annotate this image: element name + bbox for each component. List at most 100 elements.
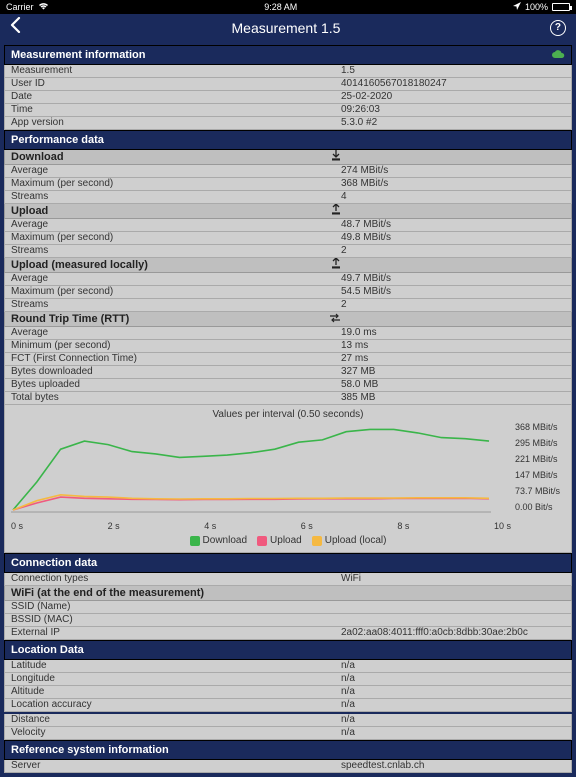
row-value: n/a (335, 727, 571, 739)
row-value: 385 MB (335, 392, 571, 404)
row-label: External IP (5, 627, 335, 639)
row-label: BSSID (MAC) (5, 614, 335, 626)
help-button[interactable]: ? (550, 20, 566, 36)
carrier-label: Carrier (6, 2, 34, 12)
battery-pct: 100% (525, 2, 548, 12)
row-label: SSID (Name) (5, 601, 335, 613)
data-row: Average274 MBit/s (4, 165, 572, 178)
y-tick: 73.7 MBit/s (515, 486, 565, 496)
legend-label: Download (203, 535, 247, 546)
x-tick: 2 s (108, 521, 120, 531)
section-location: Location Data (4, 640, 572, 660)
group-title: Upload (measured locally) (11, 259, 148, 271)
row-value: 4014160567018180247 (335, 78, 571, 90)
row-label: Date (5, 91, 335, 103)
section-title: Location Data (11, 644, 84, 656)
row-value: 54.5 MBit/s (335, 286, 571, 298)
data-row: Average49.7 MBit/s (4, 273, 572, 286)
row-value: 09:26:03 (335, 104, 571, 116)
row-label: Longitude (5, 673, 335, 685)
row-label: Velocity (5, 727, 335, 739)
download-icon (331, 150, 341, 164)
row-value: 19.0 ms (335, 327, 571, 339)
row-value: 368 MBit/s (335, 178, 571, 190)
legend-swatch (190, 536, 200, 546)
row-label: Minimum (per second) (5, 340, 335, 352)
row-value: 27 ms (335, 353, 571, 365)
group-title: Download (11, 151, 64, 163)
row-value: 49.8 MBit/s (335, 232, 571, 244)
data-row: Streams2 (4, 299, 572, 312)
data-row: Connection typesWiFi (4, 573, 572, 586)
legend-download: Download (190, 535, 247, 546)
row-label: Maximum (per second) (5, 232, 335, 244)
speed-chart (11, 422, 491, 516)
y-tick: 295 MBit/s (515, 438, 565, 448)
data-row: FCT (First Connection Time)27 ms (4, 353, 572, 366)
row-label: Total bytes (5, 392, 335, 404)
row-value: 49.7 MBit/s (335, 273, 571, 285)
row-value: n/a (335, 673, 571, 685)
row-label: Average (5, 219, 335, 231)
row-value: n/a (335, 714, 571, 726)
legend-label: Upload (local) (325, 535, 387, 546)
data-row: Serverspeedtest.cnlab.ch (4, 760, 572, 773)
row-value (335, 601, 571, 613)
data-row: Streams2 (4, 245, 572, 258)
data-row: Distancen/a (4, 714, 572, 727)
data-row: Average48.7 MBit/s (4, 219, 572, 232)
row-label: Distance (5, 714, 335, 726)
row-value: speedtest.cnlab.ch (335, 760, 571, 772)
upload-icon (331, 204, 341, 218)
row-label: FCT (First Connection Time) (5, 353, 335, 365)
row-value: n/a (335, 699, 571, 711)
data-row: Maximum (per second)368 MBit/s (4, 178, 572, 191)
row-value: 2 (335, 299, 571, 311)
row-value: 48.7 MBit/s (335, 219, 571, 231)
row-label: Connection types (5, 573, 335, 585)
section-title: Reference system information (11, 744, 169, 756)
data-row: Longituden/a (4, 673, 572, 686)
status-bar: Carrier 9:28 AM 100% (0, 0, 576, 14)
row-label: Streams (5, 245, 335, 257)
sub-title: WiFi (at the end of the measurement) (11, 587, 204, 599)
row-value: n/a (335, 686, 571, 698)
row-label: Altitude (5, 686, 335, 698)
data-row: Time09:26:03 (4, 104, 572, 117)
back-button[interactable] (10, 17, 22, 38)
y-tick: 368 MBit/s (515, 422, 565, 432)
section-connection: Connection data (4, 553, 572, 573)
group-title: Round Trip Time (RTT) (11, 313, 129, 325)
row-label: App version (5, 117, 335, 129)
row-label: Average (5, 327, 335, 339)
battery-icon (552, 3, 570, 11)
row-label: Average (5, 165, 335, 177)
section-title: Connection data (11, 557, 97, 569)
section-measurement-info: Measurement information (4, 45, 572, 65)
row-value: 327 MB (335, 366, 571, 378)
row-label: Maximum (per second) (5, 178, 335, 190)
row-value: 2 (335, 245, 571, 257)
chart-title: Values per interval (0.50 seconds) (11, 409, 565, 420)
wifi-subheader: WiFi (at the end of the measurement) (4, 586, 572, 601)
data-row: Measurement1.5 (4, 65, 572, 78)
data-row: External IP2a02:aa08:4011:fff0:a0cb:8dbb… (4, 627, 572, 640)
data-row: Bytes downloaded327 MB (4, 366, 572, 379)
row-value: 5.3.0 #2 (335, 117, 571, 129)
data-row: Bytes uploaded58.0 MB (4, 379, 572, 392)
x-tick: 10 s (494, 521, 511, 531)
perf-group-upload-measured-locally-: Upload (measured locally) (4, 258, 572, 273)
legend-swatch (257, 536, 267, 546)
upload-icon (331, 258, 341, 272)
data-row: Location accuracyn/a (4, 699, 572, 712)
row-label: User ID (5, 78, 335, 90)
row-label: Maximum (per second) (5, 286, 335, 298)
legend-label: Upload (270, 535, 302, 546)
perf-group-round-trip-time-rtt-: Round Trip Time (RTT) (4, 312, 572, 327)
section-reference: Reference system information (4, 740, 572, 760)
data-row: Maximum (per second)49.8 MBit/s (4, 232, 572, 245)
data-row: Altituden/a (4, 686, 572, 699)
data-row: Latituden/a (4, 660, 572, 673)
data-row: Average19.0 ms (4, 327, 572, 340)
row-label: Latitude (5, 660, 335, 672)
